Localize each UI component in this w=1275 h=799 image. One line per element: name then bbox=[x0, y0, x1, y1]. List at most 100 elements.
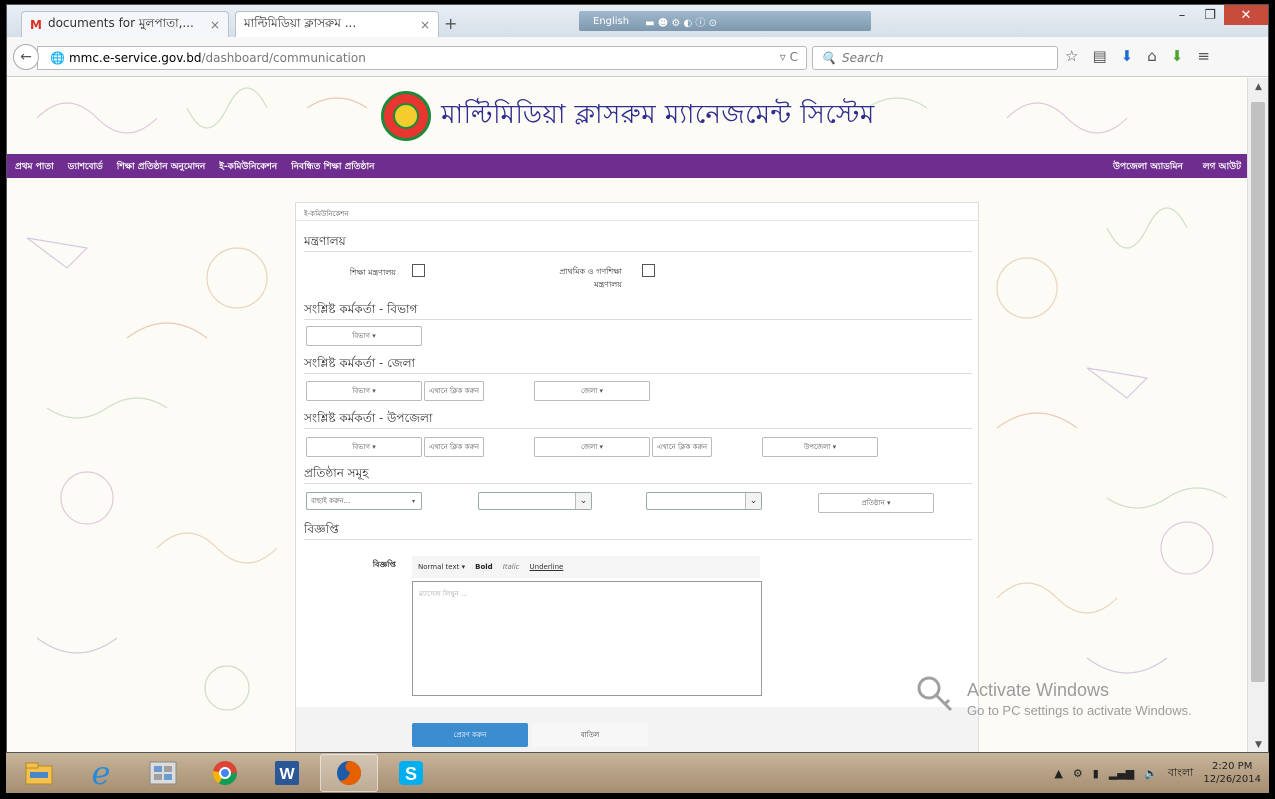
windows-taskbar: e W S ▲ ⚙ ▮ ▂▄▆ 🔈 বাংলা 2:20 PM 12/26/20… bbox=[6, 753, 1269, 793]
submit-button[interactable]: প্রেরণ করুন bbox=[412, 723, 528, 747]
chrome-icon[interactable] bbox=[196, 754, 254, 792]
scroll-up-icon[interactable]: ▲ bbox=[1248, 82, 1268, 92]
ministry-primary-label-line1: প্রাথমিক ও গণশিক্ষা bbox=[559, 267, 622, 276]
upazila-select-button[interactable]: উপজেলা ▾ bbox=[762, 437, 878, 457]
upazila-division-select-label: বিভাগ bbox=[352, 443, 370, 451]
ministry-primary-checkbox[interactable] bbox=[642, 264, 655, 277]
url-host: mmc.e-service.gov.bd bbox=[68, 51, 202, 65]
upazila-heading: সংশ্লিষ্ট কর্মকর্তা - উপজেলা bbox=[304, 411, 433, 425]
language-label[interactable]: English bbox=[593, 16, 629, 27]
window-controls: – ❐ ✕ bbox=[1168, 5, 1268, 25]
restore-icon[interactable]: ❐ bbox=[1196, 5, 1224, 25]
download-icon[interactable]: ⬇ bbox=[1121, 47, 1134, 65]
editor-bold-button[interactable]: Bold bbox=[475, 563, 493, 571]
menu-item-dashboard[interactable]: ড্যাশবোর্ড bbox=[68, 159, 103, 174]
new-tab-icon[interactable]: + bbox=[444, 14, 457, 33]
division-select-label: বিভাগ bbox=[352, 332, 370, 340]
divider bbox=[304, 483, 972, 484]
district-division-select-button[interactable]: বিভাগ ▾ bbox=[306, 381, 422, 401]
signal-icon[interactable]: ▂▄▆ bbox=[1109, 767, 1134, 780]
bookmark-star-icon[interactable]: ☆ bbox=[1065, 47, 1078, 65]
click-here-label: এখানে ক্লিক করুন bbox=[428, 387, 480, 395]
watermark-subtitle: Go to PC settings to activate Windows. bbox=[967, 703, 1192, 718]
ministry-education-checkbox[interactable] bbox=[412, 264, 425, 277]
scroll-down-icon[interactable]: ▼ bbox=[1248, 740, 1268, 750]
chevron-down-icon[interactable]: ⌄ bbox=[745, 493, 761, 509]
editor-italic-button[interactable]: Italic bbox=[503, 563, 520, 571]
district-select-button[interactable]: জেলা ▾ bbox=[534, 381, 650, 401]
menu-item-upazila-admin[interactable]: উপজেলা অ্যাডমিন bbox=[1113, 159, 1183, 174]
close-window-icon[interactable]: ✕ bbox=[1224, 5, 1268, 25]
reload-icon[interactable]: ▿ C bbox=[780, 50, 798, 64]
url-bar[interactable]: 🌐 mmc.e-service.gov.bd/dashboard/communi… bbox=[37, 46, 807, 70]
upazila-click-here-button-1[interactable]: এখানে ক্লিক করুন bbox=[424, 437, 484, 457]
upazila-click-here-button-2[interactable]: এখানে ক্লিক করুন bbox=[652, 437, 712, 457]
menu-item-institution-approval[interactable]: শিক্ষা প্রতিষ্ঠান অনুমোদন bbox=[117, 159, 205, 174]
internet-explorer-icon[interactable]: e bbox=[72, 754, 130, 792]
svg-text:S: S bbox=[405, 764, 417, 784]
reading-list-icon[interactable]: ▤ bbox=[1092, 47, 1106, 65]
district-click-here-button[interactable]: এখানে ক্লিক করুন bbox=[424, 381, 484, 401]
clock-time: 2:20 PM bbox=[1212, 761, 1253, 772]
activate-windows-watermark: Activate Windows Go to PC settings to ac… bbox=[967, 680, 1192, 718]
institution-select-2[interactable]: ⌄ bbox=[478, 492, 592, 510]
menu-icon[interactable]: ≡ bbox=[1197, 47, 1210, 65]
cancel-button[interactable]: বাতিল bbox=[532, 723, 648, 747]
search-input[interactable]: 🔍 Search bbox=[812, 46, 1058, 70]
institution-heading: প্রতিষ্ঠান সমূহ bbox=[304, 466, 369, 480]
upazila-division-select-button[interactable]: বিভাগ ▾ bbox=[306, 437, 422, 457]
form-actions: প্রেরণ করুন বাতিল bbox=[296, 707, 978, 752]
photo-app-icon[interactable] bbox=[134, 754, 192, 792]
divider bbox=[304, 539, 972, 540]
show-hidden-icons-icon[interactable]: ▲ bbox=[1054, 767, 1062, 780]
language-indicator[interactable]: বাংলা bbox=[1168, 764, 1193, 783]
institution-select-3[interactable]: ⌄ bbox=[646, 492, 762, 510]
toolbar-icons: ☆ ▤ ⬇ ⌂ ⬇ ≡ bbox=[1065, 47, 1210, 65]
skype-icon[interactable]: S bbox=[382, 754, 440, 792]
upazila-district-select-button[interactable]: জেলা ▾ bbox=[534, 437, 650, 457]
network-status-icon[interactable]: ⚙ bbox=[1073, 767, 1083, 780]
clock[interactable]: 2:20 PM 12/26/2014 bbox=[1203, 760, 1261, 786]
watermark-title: Activate Windows bbox=[967, 680, 1110, 700]
system-tray: ▲ ⚙ ▮ ▂▄▆ 🔈 বাংলা 2:20 PM 12/26/2014 bbox=[1054, 753, 1261, 793]
battery-icon[interactable]: ▮ bbox=[1093, 767, 1099, 780]
key-icon bbox=[917, 676, 953, 712]
upazila-district-select-label: জেলা bbox=[580, 443, 598, 451]
tab-gmail[interactable]: M documents for মুলপাতা,... × bbox=[21, 11, 229, 37]
close-icon[interactable]: × bbox=[210, 18, 220, 32]
firefox-icon[interactable] bbox=[320, 754, 378, 792]
file-explorer-icon[interactable] bbox=[10, 754, 68, 792]
clock-date: 12/26/2014 bbox=[1203, 774, 1261, 785]
notice-label: বিজ্ঞপ্তি bbox=[372, 560, 396, 569]
division-select-button[interactable]: বিভাগ ▾ bbox=[306, 326, 422, 346]
chevron-down-icon: ▾ bbox=[411, 497, 415, 505]
division-heading: সংশ্লিষ্ট কর্মকর্তা - বিভাগ bbox=[304, 302, 418, 316]
close-icon[interactable]: × bbox=[420, 18, 430, 32]
district-heading: সংশ্লিষ্ট কর্মকর্তা - জেলা bbox=[304, 356, 416, 370]
menu-item-registered-institutions[interactable]: নিবন্ধিত শিক্ষা প্রতিষ্ঠান bbox=[291, 159, 374, 174]
menu-item-logout[interactable]: লগ আউট bbox=[1203, 159, 1241, 174]
word-icon[interactable]: W bbox=[258, 754, 316, 792]
site-header: মাল্টিমিডিয়া ক্লাসরুম ম্যানেজমেন্ট সিস্… bbox=[7, 78, 1249, 154]
chevron-down-icon[interactable]: ⌄ bbox=[575, 493, 591, 509]
home-icon[interactable]: ⌂ bbox=[1147, 47, 1157, 65]
browser-window: M documents for মুলপাতা,... × মাল্টিমিডি… bbox=[6, 4, 1269, 753]
volume-icon[interactable]: 🔈 bbox=[1144, 767, 1158, 780]
institution-select-button[interactable]: প্রতিষ্ঠান ▾ bbox=[818, 493, 934, 513]
editor-underline-button[interactable]: Underline bbox=[530, 563, 564, 571]
scrollbar-thumb[interactable] bbox=[1251, 102, 1265, 682]
institution-type-select[interactable]: বাছাই করুন... ▾ bbox=[306, 492, 422, 510]
tab-mmc[interactable]: মাল্টিমিডিয়া ক্লাসরুম ... × bbox=[235, 11, 439, 37]
institution-type-placeholder: বাছাই করুন... bbox=[311, 497, 351, 505]
url-path: /dashboard/communication bbox=[201, 51, 366, 65]
menu-item-e-communication[interactable]: ই-কমিউনিকেশন bbox=[219, 159, 277, 174]
minimize-icon[interactable]: – bbox=[1168, 5, 1196, 25]
addon-icon[interactable]: ⬇ bbox=[1171, 47, 1184, 65]
back-button[interactable]: ← bbox=[13, 44, 39, 70]
message-textarea[interactable]: ম্যাসেজ লিখুন ... bbox=[412, 581, 762, 696]
menu-item-home[interactable]: প্রথম পাতা bbox=[15, 159, 54, 174]
institution-select-label: প্রতিষ্ঠান bbox=[861, 499, 885, 507]
communication-panel: ই-কমিউনিকেশন মন্ত্রণালয় শিক্ষা মন্ত্রণা… bbox=[295, 202, 979, 752]
page-scrollbar[interactable]: ▲ ▼ bbox=[1247, 78, 1268, 752]
editor-format-dropdown[interactable]: Normal text ▾ bbox=[418, 563, 465, 571]
